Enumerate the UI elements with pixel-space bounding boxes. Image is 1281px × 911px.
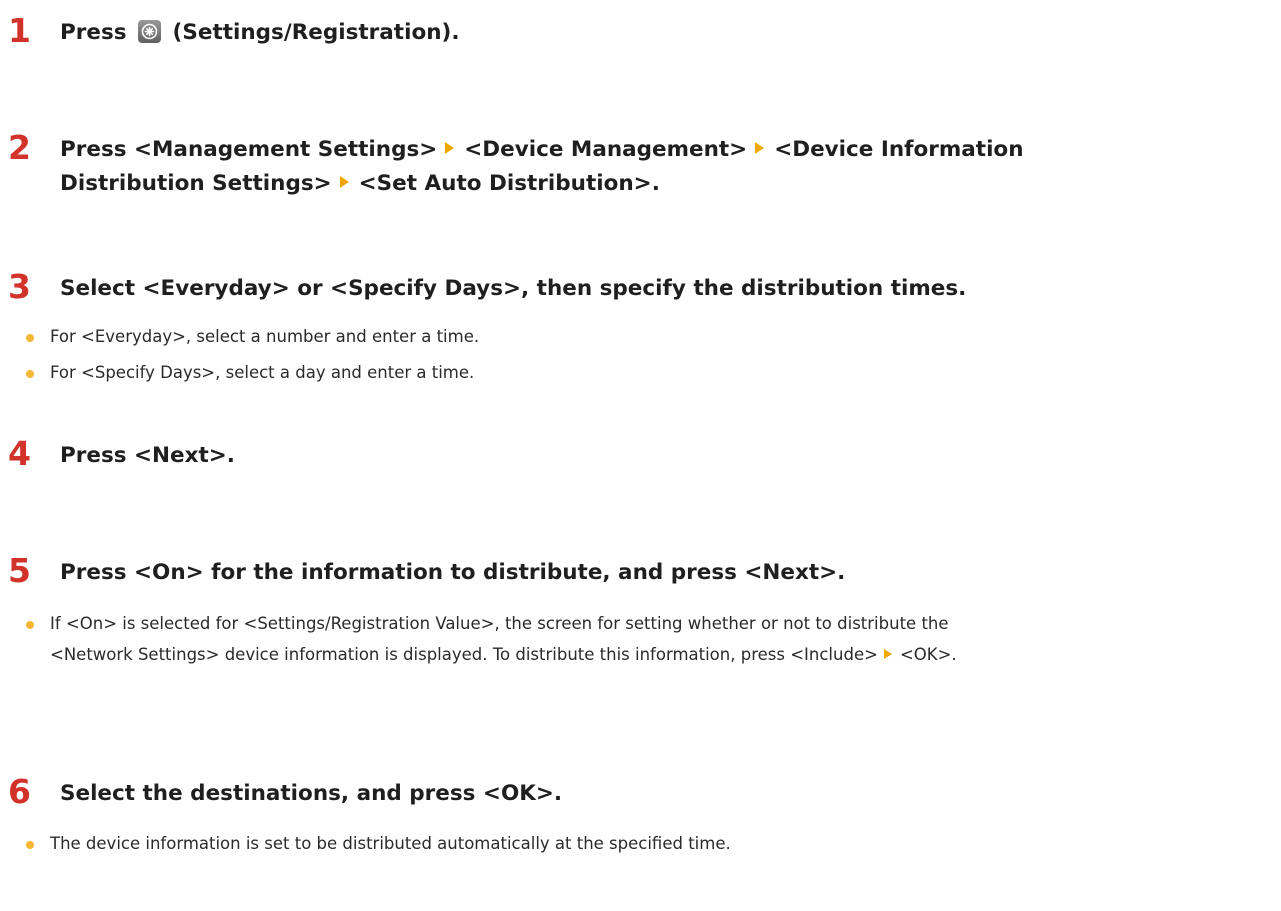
step-text-part: Press: [60, 20, 127, 45]
step-3-bullets: For <Everyday>, select a number and ente…: [24, 321, 1271, 388]
list-item: The device information is set to be dist…: [24, 828, 1271, 859]
step-6-bullets: The device information is set to be dist…: [24, 828, 1271, 859]
menu-path-item: <Set Auto Distribution>.: [358, 171, 660, 196]
step-text: Select <Everyday> or <Specify Days>, the…: [60, 276, 967, 301]
step-number: 3: [8, 267, 31, 306]
list-item: If <On> is selected for <Settings/Regist…: [24, 608, 1271, 670]
list-item: For <Specify Days>, select a day and ent…: [24, 357, 1271, 388]
arrow-right-icon: [755, 142, 765, 154]
step-text-part: (Settings/Registration).: [172, 20, 460, 45]
menu-path-item: <Device Management>: [464, 137, 748, 162]
step-text: Press <Management Settings> <Device Manag…: [60, 133, 1271, 201]
arrow-right-icon: [883, 649, 892, 659]
bullet-text: <OK>.: [899, 645, 957, 664]
bullet-text: If <On> is selected for <Settings/Regist…: [50, 614, 949, 633]
step-text: Press <On> for the information to distri…: [60, 560, 846, 585]
step-number: 4: [8, 434, 31, 473]
step-number: 1: [8, 11, 31, 50]
step-5-bullets: If <On> is selected for <Settings/Regist…: [24, 608, 1271, 670]
step-text: Press <Next>.: [60, 443, 235, 468]
arrow-right-icon: [339, 176, 349, 188]
menu-path-item: <Device Information: [774, 137, 1024, 162]
list-item: For <Everyday>, select a number and ente…: [24, 321, 1271, 352]
arrow-right-icon: [445, 142, 455, 154]
step-number: 2: [8, 128, 31, 167]
menu-path-item: Distribution Settings>: [60, 171, 332, 196]
step-text: Select the destinations, and press <OK>.: [60, 781, 563, 806]
step-text: Press (Settings/Registration).: [60, 16, 1271, 50]
bullet-text: <Network Settings> device information is…: [50, 645, 878, 664]
step-number: 6: [8, 772, 31, 811]
menu-path-item: Press <Management Settings>: [60, 137, 438, 162]
settings-registration-icon: [138, 20, 162, 43]
step-number: 5: [8, 551, 31, 590]
